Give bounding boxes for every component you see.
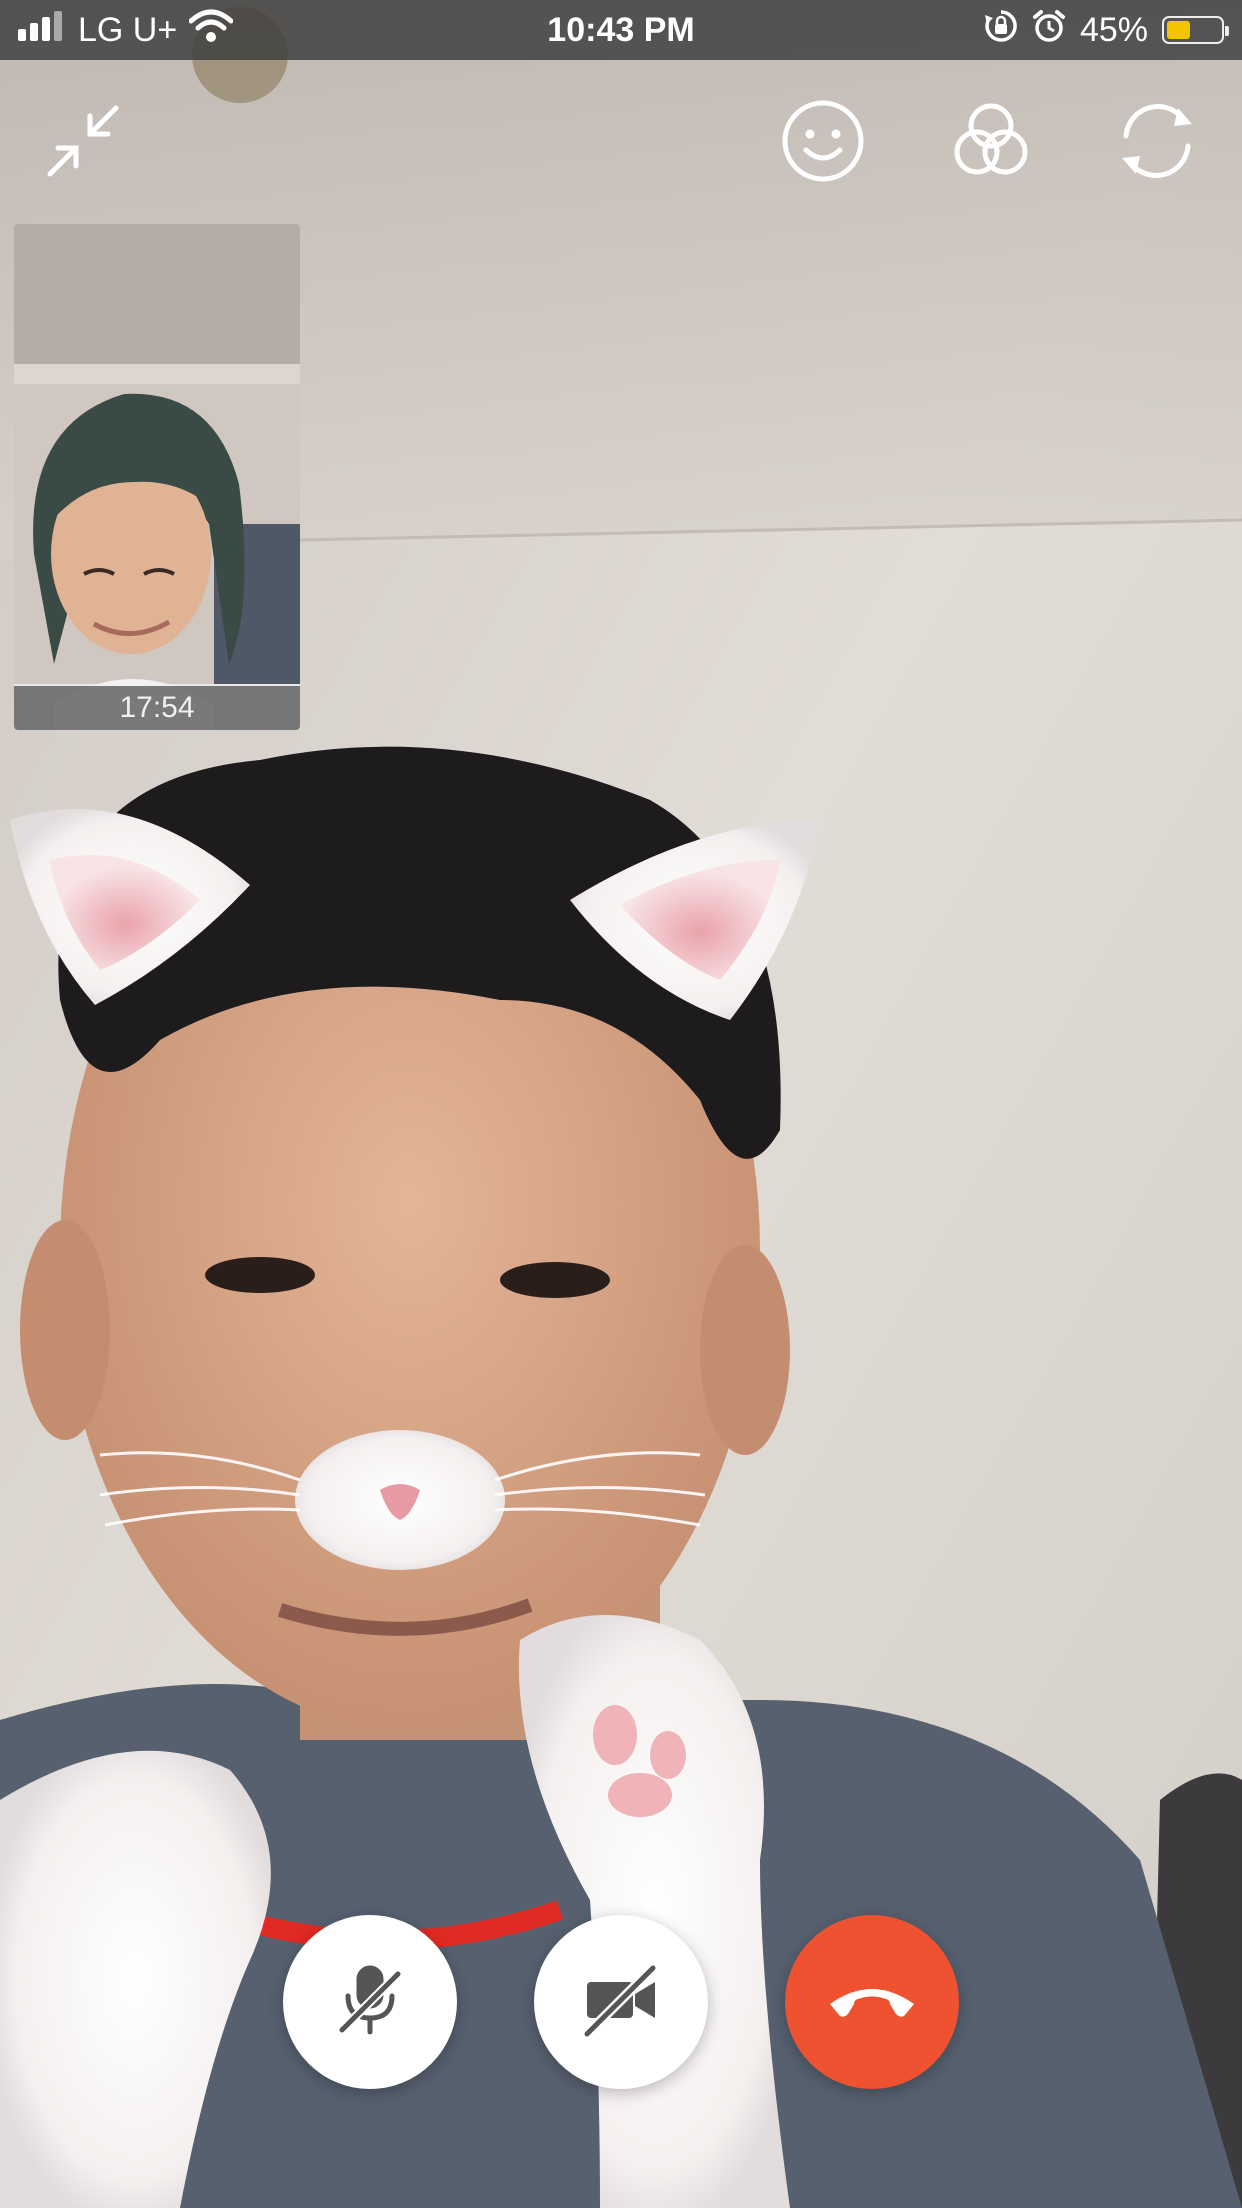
minimize-button[interactable]	[38, 98, 128, 188]
microphone-off-icon	[330, 1960, 410, 2045]
rotation-lock-icon	[984, 9, 1018, 52]
self-preview-window[interactable]: 17:54	[14, 224, 300, 730]
wifi-icon	[188, 9, 234, 52]
status-bar-left: LG U+	[18, 0, 234, 60]
switch-camera-button[interactable]	[1112, 98, 1202, 188]
battery-percent: 45%	[1079, 10, 1148, 49]
call-duration-timer: 17:54	[14, 686, 300, 730]
filters-circles-icon	[946, 96, 1036, 191]
battery-icon	[1162, 16, 1229, 44]
self-camera-feed	[14, 224, 300, 730]
status-bar: LG U+ 10:43 PM 45%	[0, 0, 1242, 60]
status-bar-right: 45%	[984, 0, 1229, 60]
filters-button[interactable]	[946, 98, 1036, 188]
battery-level-fill	[1167, 21, 1191, 39]
alarm-icon	[1032, 9, 1066, 52]
mute-button[interactable]	[283, 1915, 457, 2089]
video-camera-off-icon	[579, 1960, 663, 2045]
phone-hangup-icon	[824, 1970, 920, 2035]
video-off-button[interactable]	[534, 1915, 708, 2089]
end-call-button[interactable]	[785, 1915, 959, 2089]
carrier-label: LG U+	[78, 10, 178, 49]
signal-bars-icon	[18, 10, 66, 50]
switch-camera-icon	[1112, 96, 1202, 191]
minimize-arrows-icon	[38, 96, 128, 191]
clock-time: 10:43 PM	[547, 10, 695, 49]
smiley-face-icon	[778, 96, 868, 191]
effects-button[interactable]	[778, 98, 868, 188]
